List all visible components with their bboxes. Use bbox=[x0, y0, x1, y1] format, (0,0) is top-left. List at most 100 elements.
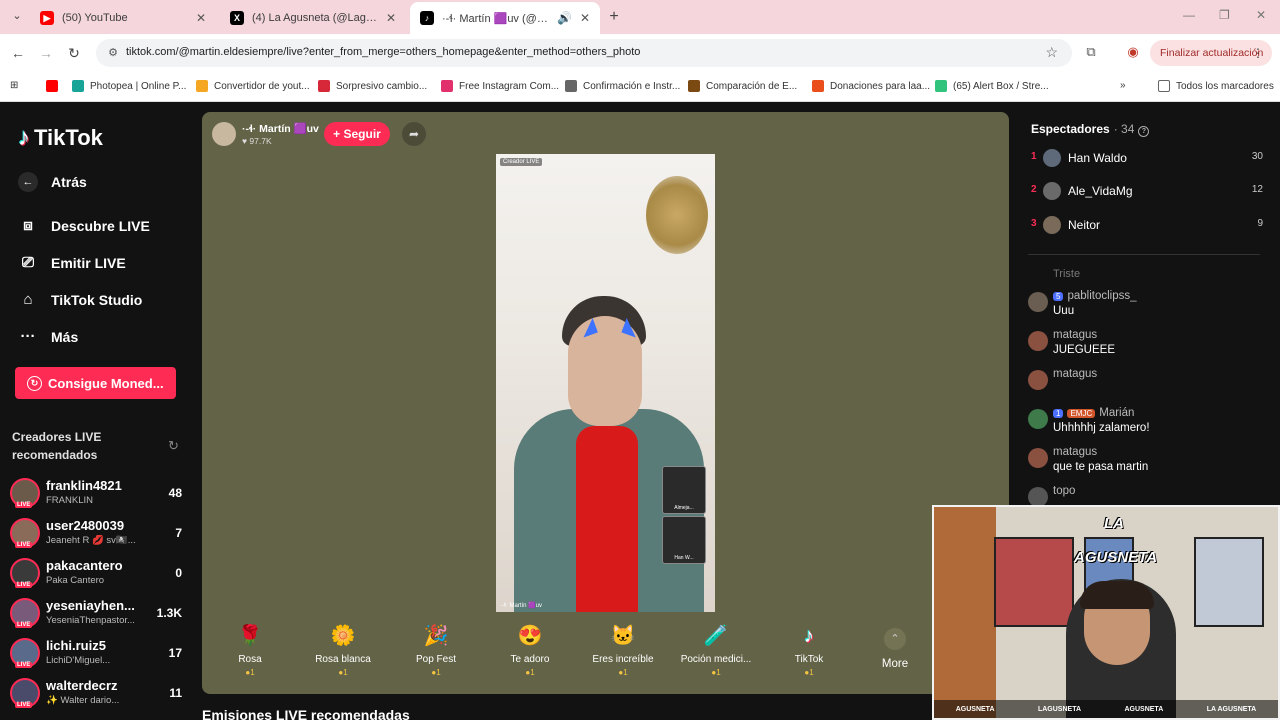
live-video[interactable]: Creador LIVE ◢ ◣ Almeja... Han W... ·-ɬ·… bbox=[496, 154, 715, 612]
reload-icon[interactable]: ↻ bbox=[64, 43, 84, 63]
coin-icon: ↻ bbox=[27, 375, 42, 391]
url-text[interactable]: tiktok.com/@martin.eldesiempre/live?ente… bbox=[126, 46, 640, 58]
site-info-icon[interactable]: ⚙ bbox=[106, 46, 120, 60]
get-coins-button[interactable]: ↻ Consigue Moned... bbox=[15, 367, 176, 399]
potion-icon: 🧪 bbox=[703, 625, 729, 647]
gift-tiktok[interactable]: ♪ TikTok ●1 bbox=[764, 622, 854, 677]
chat-username[interactable]: Marián bbox=[1099, 407, 1134, 419]
maximize-icon[interactable]: ❐ bbox=[1219, 8, 1230, 22]
bookmark-favicon-icon bbox=[812, 80, 824, 92]
avatar[interactable] bbox=[1028, 370, 1048, 390]
kebab-menu-icon[interactable]: ⋮ bbox=[1252, 40, 1264, 66]
gift-rosa-blanca[interactable]: 🌼 Rosa blanca ●1 bbox=[298, 622, 388, 677]
sidebar-item-studio[interactable]: ⌂ TikTok Studio bbox=[18, 291, 142, 308]
bookmark-item[interactable]: Photopea | Online P... bbox=[72, 80, 186, 92]
gift-price: ●1 bbox=[804, 668, 814, 677]
bookmark-label: Photopea | Online P... bbox=[90, 80, 187, 92]
gift-name: Rosa bbox=[238, 654, 262, 665]
bookmark-item[interactable]: Convertidor de yout... bbox=[196, 80, 310, 92]
update-button[interactable]: Finalizar actualización ⋮ bbox=[1150, 40, 1272, 66]
back-icon[interactable]: ← bbox=[8, 43, 28, 63]
tab-youtube[interactable]: ▶ (50) YouTube ✕ bbox=[30, 4, 216, 32]
sidebar-item-discover-live[interactable]: ⧈ Descubre LIVE bbox=[18, 217, 150, 234]
forward-icon[interactable]: → bbox=[36, 43, 56, 63]
creator-nickname: Jeaneht R 💋 sv🏴‍☠️... bbox=[46, 535, 136, 546]
profile-icon[interactable]: ◉ bbox=[1124, 44, 1142, 60]
creator-item[interactable]: LIVE lichi.ruiz5 LichiD'Miguel... 17 bbox=[10, 636, 182, 672]
guest-tile[interactable]: Han W... bbox=[662, 516, 706, 564]
apps-grid-icon[interactable]: ⊞ bbox=[10, 80, 18, 91]
viewers-header[interactable]: Espectadores · 34? bbox=[1031, 122, 1150, 137]
creator-live-tag: Creador LIVE bbox=[500, 158, 543, 166]
tab-search-icon[interactable]: ⌄ bbox=[10, 9, 24, 23]
avatar[interactable] bbox=[1028, 331, 1048, 351]
sidebar-item-back[interactable]: ← Atrás bbox=[18, 172, 87, 192]
bookmark-item[interactable]: Free Instagram Com... bbox=[441, 80, 559, 92]
top-viewer[interactable]: 3 Neitor 9 bbox=[1031, 216, 1263, 236]
refresh-icon[interactable]: ↻ bbox=[168, 438, 179, 454]
bookmark-item[interactable]: Sorpresivo cambio... bbox=[318, 80, 427, 92]
guest-tile[interactable]: Almeja... bbox=[662, 466, 706, 514]
creator-item[interactable]: LIVE walterdecrz ✨ Walter dario... 11 bbox=[10, 676, 182, 712]
sidebar-item-go-live[interactable]: ⎚ Emitir LIVE bbox=[18, 254, 126, 271]
gift-rosa[interactable]: 🌹 Rosa ●1 bbox=[205, 622, 295, 677]
info-icon[interactable]: ? bbox=[1138, 126, 1150, 137]
gift-price: ●1 bbox=[431, 668, 441, 677]
more-bookmarks-icon[interactable]: » bbox=[1120, 80, 1126, 91]
bookmark-youtube[interactable] bbox=[46, 80, 64, 92]
chat-username[interactable]: matagus bbox=[1053, 329, 1097, 341]
host-name[interactable]: ·-ɬ· Martín 🟪uv bbox=[242, 122, 319, 135]
follow-button[interactable]: + Seguir bbox=[324, 122, 390, 146]
window-close-icon[interactable]: ✕ bbox=[1256, 8, 1266, 22]
creator-nickname: YeseniaThenpastor... bbox=[46, 615, 135, 626]
gift-price: ●1 bbox=[338, 668, 348, 677]
avatar[interactable] bbox=[1028, 448, 1048, 468]
viewers-label: Espectadores bbox=[1031, 122, 1110, 136]
close-icon[interactable]: ✕ bbox=[196, 11, 206, 25]
tiktok-logo[interactable]: ♪ TikTok bbox=[18, 124, 103, 152]
chat-username[interactable]: pablitoclipss_ bbox=[1067, 290, 1136, 302]
host-likes: ♥ 97.7K bbox=[242, 136, 272, 146]
new-tab-icon[interactable]: + bbox=[606, 8, 622, 26]
chat-username[interactable]: matagus bbox=[1053, 368, 1097, 380]
chat-username[interactable]: topo bbox=[1053, 485, 1075, 497]
youtube-icon: ▶ bbox=[40, 11, 54, 25]
close-icon[interactable]: ✕ bbox=[580, 11, 590, 25]
gift-pocion[interactable]: 🧪 Poción medici... ●1 bbox=[671, 622, 761, 677]
avatar[interactable] bbox=[1028, 409, 1048, 429]
avatar[interactable] bbox=[1028, 487, 1048, 507]
creator-item[interactable]: LIVE franklin4821 FRANKLIN 48 bbox=[10, 476, 182, 512]
avatar[interactable] bbox=[1028, 292, 1048, 312]
top-viewer[interactable]: 2 Ale_VidaMg 12 bbox=[1031, 182, 1263, 202]
youtube-icon bbox=[46, 80, 58, 92]
creator-item[interactable]: LIVE yeseniayhen... YeseniaThenpastor...… bbox=[10, 596, 182, 632]
all-bookmarks[interactable]: Todos los marcadores bbox=[1158, 80, 1274, 92]
gift-te-adoro[interactable]: 😍 Te adoro ●1 bbox=[485, 622, 575, 677]
video-camera-icon: ⎚ bbox=[21, 254, 34, 271]
tab-twitter[interactable]: X (4) La Agusneta (@Lagusneta) / ✕ bbox=[220, 4, 406, 32]
creator-item[interactable]: LIVE user2480039 Jeaneht R 💋 sv🏴‍☠️... 7 bbox=[10, 516, 182, 552]
sidebar-item-label: Atrás bbox=[51, 174, 87, 190]
more-gifts-button[interactable]: ⌃ More bbox=[870, 628, 920, 670]
bookmark-item[interactable]: Donaciones para laa... bbox=[812, 80, 930, 92]
tab-tiktok-live[interactable]: ♪ ·-ɬ· Martín 🟪uv (@mar 🔊 ✕ bbox=[410, 2, 600, 34]
bookmark-item[interactable]: Comparación de E... bbox=[688, 80, 797, 92]
bookmark-item[interactable]: Confirmación e Instr... bbox=[565, 80, 680, 92]
top-viewer[interactable]: 1 Han Waldo 30 bbox=[1031, 149, 1263, 169]
gift-pop-fest[interactable]: 🎉 Pop Fest ●1 bbox=[391, 622, 481, 677]
close-icon[interactable]: ✕ bbox=[386, 11, 396, 25]
bookmark-item[interactable]: (65) Alert Box / Stre... bbox=[935, 80, 1049, 92]
sidebar-item-more[interactable]: ··· Más bbox=[18, 328, 79, 345]
creator-item[interactable]: LIVE pakacantero Paka Cantero 0 bbox=[10, 556, 182, 592]
share-icon[interactable]: ➦ bbox=[402, 122, 426, 146]
live-player[interactable]: ·-ɬ· Martín 🟪uv ♥ 97.7K + Seguir ➦ Cread… bbox=[202, 112, 1009, 694]
chat-username[interactable]: matagus bbox=[1053, 446, 1097, 458]
address-bar[interactable]: ⚙ tiktok.com/@martin.eldesiempre/live?en… bbox=[96, 39, 1072, 67]
host-avatar[interactable] bbox=[212, 122, 236, 146]
minimize-icon[interactable]: — bbox=[1183, 8, 1195, 22]
extensions-icon[interactable]: ⧉ bbox=[1082, 44, 1100, 60]
bookmark-favicon-icon bbox=[441, 80, 453, 92]
gift-eres-increible[interactable]: 🐱 Eres increíble ●1 bbox=[578, 622, 668, 677]
speaker-icon[interactable]: 🔊 bbox=[557, 11, 572, 25]
bookmark-star-icon[interactable]: ☆ bbox=[1045, 44, 1058, 61]
